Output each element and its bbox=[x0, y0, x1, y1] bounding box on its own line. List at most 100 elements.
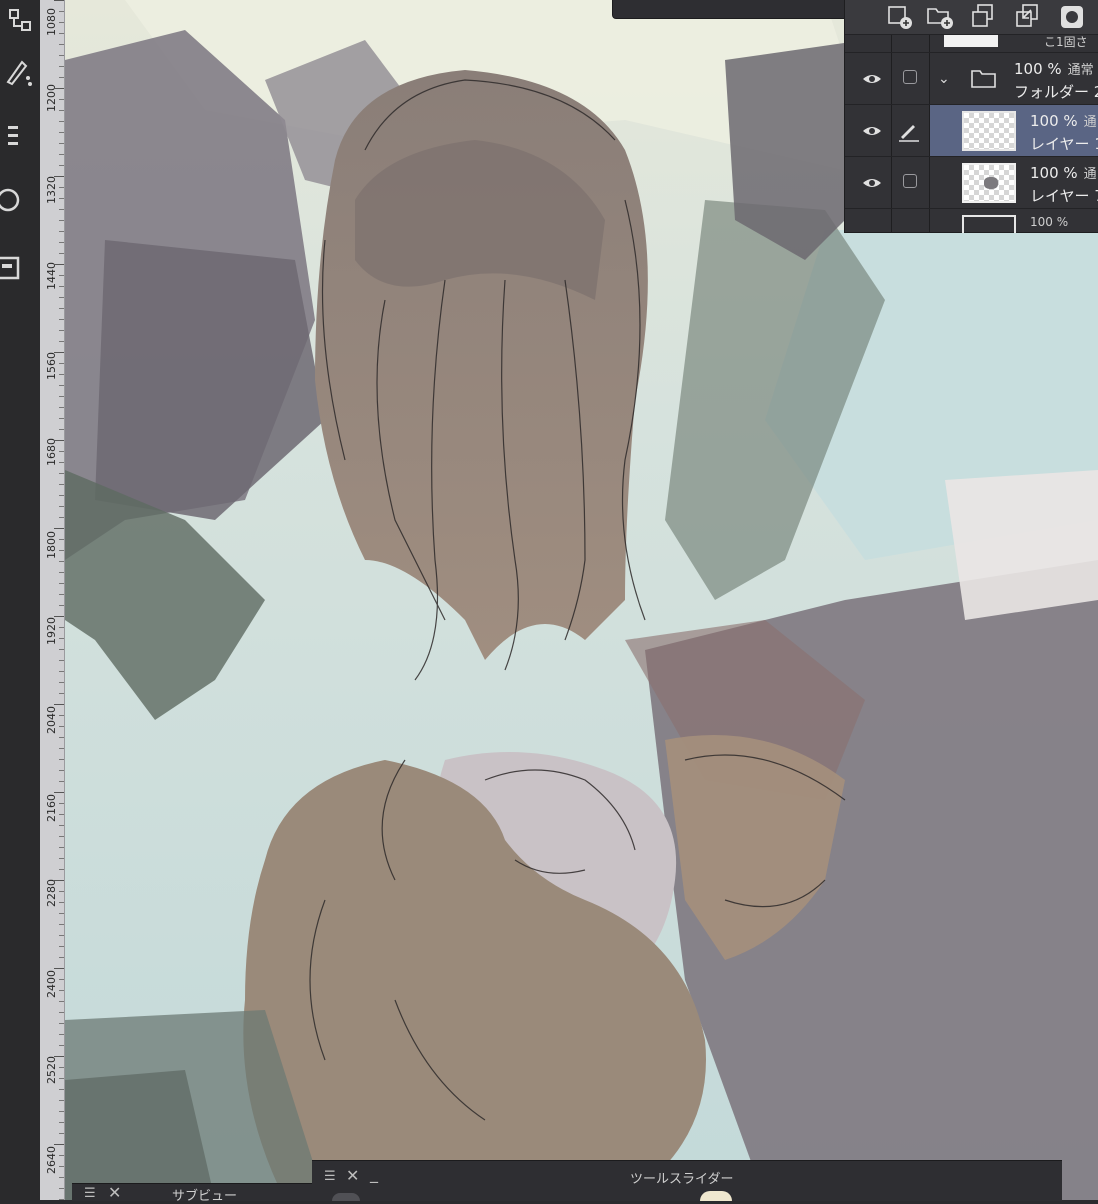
ruler-tick bbox=[59, 396, 64, 397]
ruler-tick bbox=[54, 176, 64, 177]
blend-mode: 通 bbox=[1083, 115, 1097, 130]
ruler-tick bbox=[59, 330, 64, 331]
copy-layer-icon[interactable] bbox=[969, 2, 999, 32]
ruler-tick bbox=[59, 506, 64, 507]
ruler-tick bbox=[59, 1023, 64, 1024]
ruler-tick bbox=[59, 979, 64, 980]
ruler-tick bbox=[59, 1034, 64, 1035]
menu-list-icon[interactable] bbox=[0, 116, 40, 156]
close-icon[interactable]: ✕ bbox=[346, 1168, 359, 1184]
floating-panel-edge bbox=[612, 0, 852, 19]
layer-property-icon[interactable] bbox=[0, 0, 40, 40]
ruler-tick bbox=[59, 759, 64, 760]
sub-view-panel: ☰ ✕ サブビュー bbox=[72, 1183, 312, 1204]
ruler-tick bbox=[59, 242, 64, 243]
ruler-tick bbox=[59, 825, 64, 826]
ruler-tick bbox=[59, 693, 64, 694]
panel-layout-icon[interactable] bbox=[0, 248, 40, 288]
eye-icon[interactable] bbox=[861, 172, 883, 194]
ruler-tick bbox=[59, 770, 64, 771]
ruler-tick bbox=[59, 132, 64, 133]
ruler-label: 2280 bbox=[45, 879, 58, 907]
ruler-tick bbox=[54, 352, 64, 353]
layer-row[interactable]: 100 % 通 レイヤー 7 bbox=[845, 156, 1098, 209]
vertical-ruler: 1080 1200 1320 1440 1560 1680 1800 1920 … bbox=[40, 0, 65, 1200]
layer-opacity-mode: 100 % 通常 bbox=[1014, 59, 1094, 78]
merge-down-icon[interactable] bbox=[1013, 2, 1043, 32]
ruler-tick bbox=[59, 110, 64, 111]
pen-icon bbox=[897, 119, 921, 147]
layer-thumbnail bbox=[962, 215, 1016, 233]
ruler-tick bbox=[59, 11, 64, 12]
eye-icon[interactable] bbox=[861, 120, 883, 142]
ruler-tick bbox=[59, 913, 64, 914]
ruler-tick bbox=[59, 957, 64, 958]
layer-opacity-mode: 100 % 通 bbox=[1030, 163, 1097, 182]
ruler-label: 2400 bbox=[45, 970, 58, 998]
ruler-label: 2040 bbox=[45, 706, 58, 734]
minimize-icon[interactable]: _ bbox=[370, 1166, 378, 1182]
layer-panel: こ1固さ ⌄ 100 % 通常 フォルダー 2 100 % 通 レイヤー 100… bbox=[844, 0, 1098, 233]
ruler-tick bbox=[59, 517, 64, 518]
layer-row-partial-bottom[interactable]: 100 % bbox=[845, 208, 1098, 233]
ruler-tick bbox=[59, 561, 64, 562]
ruler-tick bbox=[54, 880, 64, 881]
ruler-label: 1680 bbox=[45, 438, 58, 466]
new-layer-icon[interactable] bbox=[885, 2, 915, 32]
ruler-tick bbox=[59, 341, 64, 342]
layer-name: レイヤー 7 bbox=[1030, 187, 1098, 205]
ruler-tick bbox=[59, 550, 64, 551]
ruler-tick bbox=[59, 869, 64, 870]
folder-icon bbox=[970, 67, 998, 95]
ruler-tick bbox=[59, 1155, 64, 1156]
ruler-tick bbox=[59, 209, 64, 210]
ruler-tick bbox=[59, 121, 64, 122]
ruler-tick bbox=[59, 781, 64, 782]
ruler-tick bbox=[59, 187, 64, 188]
ruler-tick bbox=[54, 88, 64, 89]
ruler-tick bbox=[59, 990, 64, 991]
layer-checkbox[interactable] bbox=[903, 174, 917, 188]
ruler-tick bbox=[59, 1012, 64, 1013]
ruler-tick bbox=[59, 22, 64, 23]
ruler-label: 2160 bbox=[45, 794, 58, 822]
ruler-tick bbox=[59, 1067, 64, 1068]
close-icon[interactable]: ✕ bbox=[108, 1185, 121, 1201]
layer-opacity-mode: 100 % 通 bbox=[1030, 111, 1097, 130]
ruler-tick bbox=[59, 902, 64, 903]
layer-opacity: 100 % bbox=[1030, 164, 1078, 182]
vector-tool-icon[interactable] bbox=[0, 52, 40, 92]
new-folder-icon[interactable] bbox=[925, 2, 955, 32]
ruler-tick bbox=[59, 649, 64, 650]
layer-opacity: 100 % bbox=[1030, 215, 1069, 229]
ruler-tick bbox=[59, 539, 64, 540]
ruler-tick bbox=[59, 297, 64, 298]
ruler-tick bbox=[54, 264, 64, 265]
layer-row-partial-top[interactable]: こ1固さ bbox=[845, 34, 1098, 53]
ruler-tick bbox=[59, 638, 64, 639]
ruler-tick bbox=[59, 1078, 64, 1079]
circle-tool-icon[interactable] bbox=[0, 180, 40, 220]
ruler-tick bbox=[59, 1111, 64, 1112]
ruler-tick bbox=[59, 275, 64, 276]
layer-row-folder[interactable]: ⌄ 100 % 通常 フォルダー 2 bbox=[845, 52, 1098, 105]
ruler-tick bbox=[59, 253, 64, 254]
ruler-tick bbox=[59, 99, 64, 100]
mask-icon[interactable] bbox=[1057, 2, 1087, 32]
ruler-tick bbox=[54, 792, 64, 793]
layer-row-selected[interactable]: 100 % 通 レイヤー 16 bbox=[845, 104, 1098, 157]
ruler-tick bbox=[59, 748, 64, 749]
panel-menu-icon[interactable]: ☰ bbox=[324, 1169, 336, 1185]
layer-checkbox[interactable] bbox=[903, 70, 917, 84]
blend-mode: 通常 bbox=[1067, 63, 1094, 78]
ruler-tick bbox=[54, 1144, 64, 1145]
ruler-label: 1920 bbox=[45, 617, 58, 645]
ruler-tick bbox=[59, 231, 64, 232]
ruler-tick bbox=[59, 143, 64, 144]
ruler-tick bbox=[54, 1056, 64, 1057]
chevron-down-icon[interactable]: ⌄ bbox=[938, 71, 950, 87]
layer-opacity: 100 % bbox=[1030, 112, 1078, 130]
eye-icon[interactable] bbox=[861, 68, 883, 90]
ruler-tick bbox=[59, 858, 64, 859]
ruler-tick bbox=[54, 528, 64, 529]
